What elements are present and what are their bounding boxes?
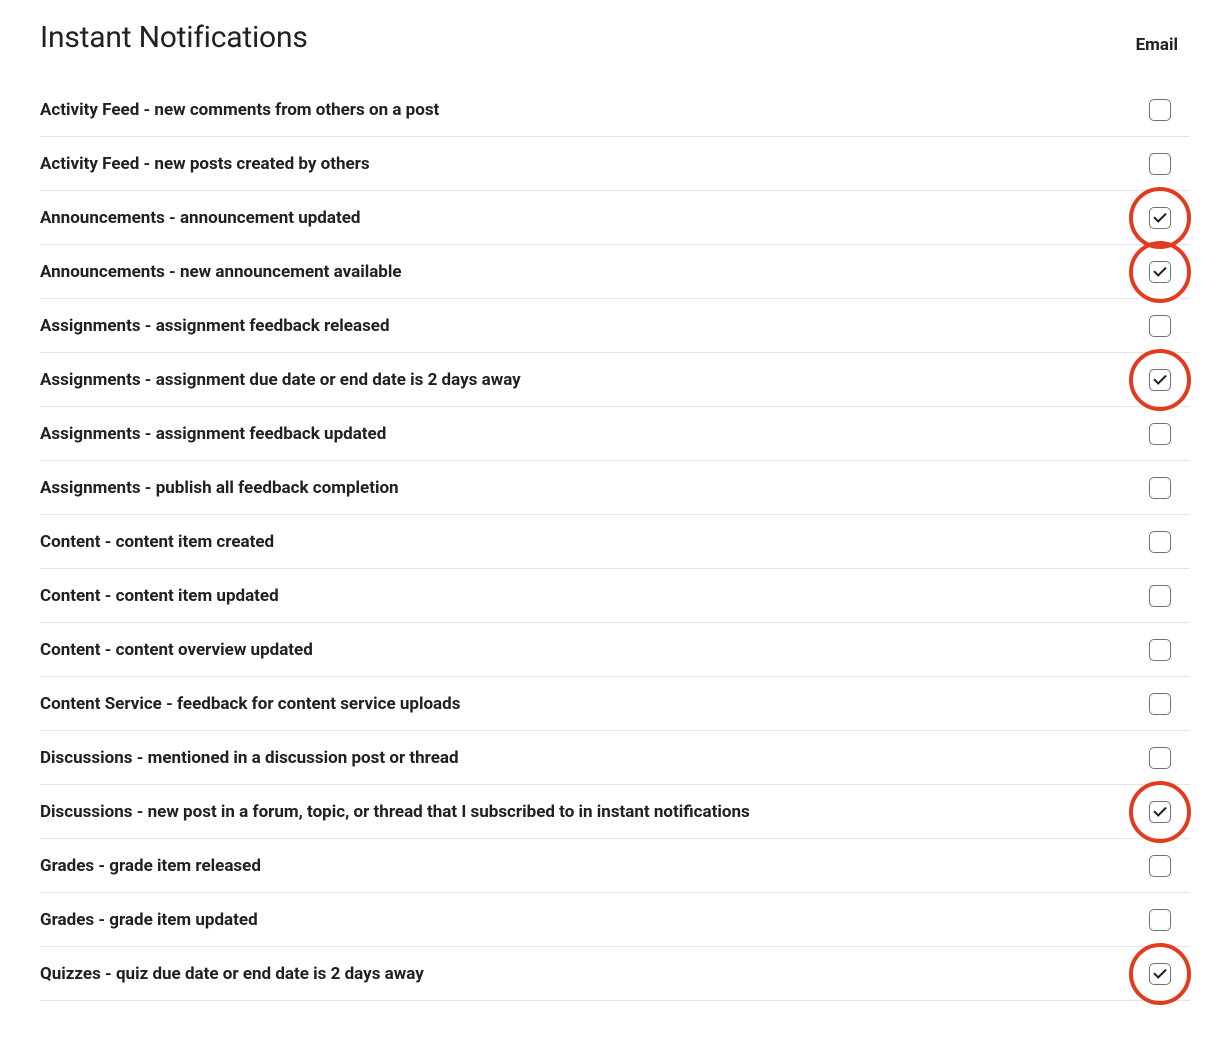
checkbox-cell [1130, 531, 1190, 553]
checkbox-cell [1130, 801, 1190, 823]
notification-row: Activity Feed - new posts created by oth… [40, 137, 1190, 191]
notification-row: Content - content item created [40, 515, 1190, 569]
checkbox-cell [1130, 477, 1190, 499]
email-checkbox[interactable] [1149, 963, 1171, 985]
checkbox-cell [1130, 855, 1190, 877]
checkbox-cell [1130, 369, 1190, 391]
email-checkbox[interactable] [1149, 369, 1171, 391]
notification-row: Content Service - feedback for content s… [40, 677, 1190, 731]
notification-row: Announcements - announcement updated [40, 191, 1190, 245]
notification-label: Grades - grade item updated [40, 910, 1130, 930]
email-checkbox[interactable] [1149, 801, 1171, 823]
notification-row: Assignments - assignment feedback releas… [40, 299, 1190, 353]
notification-label: Announcements - new announcement availab… [40, 262, 1130, 282]
email-checkbox[interactable] [1149, 747, 1171, 769]
section-title: Instant Notifications [40, 20, 308, 55]
notification-row: Assignments - assignment feedback update… [40, 407, 1190, 461]
email-checkbox[interactable] [1149, 99, 1171, 121]
notification-row: Discussions - mentioned in a discussion … [40, 731, 1190, 785]
email-checkbox[interactable] [1149, 693, 1171, 715]
notification-label: Content - content overview updated [40, 640, 1130, 660]
notification-label: Discussions - new post in a forum, topic… [40, 802, 1130, 822]
notification-row: Activity Feed - new comments from others… [40, 83, 1190, 137]
notification-label: Announcements - announcement updated [40, 208, 1130, 228]
checkbox-cell [1130, 99, 1190, 121]
notifications-list: Activity Feed - new comments from others… [40, 83, 1190, 1001]
notification-label: Assignments - assignment feedback update… [40, 424, 1130, 444]
notification-row: Announcements - new announcement availab… [40, 245, 1190, 299]
checkbox-cell [1130, 207, 1190, 229]
notification-label: Assignments - assignment feedback releas… [40, 316, 1130, 336]
checkbox-cell [1130, 315, 1190, 337]
checkbox-cell [1130, 963, 1190, 985]
email-checkbox[interactable] [1149, 423, 1171, 445]
checkbox-cell [1130, 747, 1190, 769]
notification-label: Activity Feed - new comments from others… [40, 100, 1130, 120]
notification-row: Discussions - new post in a forum, topic… [40, 785, 1190, 839]
checkbox-cell [1130, 261, 1190, 283]
email-checkbox[interactable] [1149, 531, 1171, 553]
notification-row: Assignments - publish all feedback compl… [40, 461, 1190, 515]
email-checkbox[interactable] [1149, 585, 1171, 607]
notification-label: Content Service - feedback for content s… [40, 694, 1130, 714]
notification-label: Content - content item created [40, 532, 1130, 552]
notification-label: Assignments - publish all feedback compl… [40, 478, 1130, 498]
notifications-header: Instant Notifications Email [40, 20, 1190, 55]
notification-label: Activity Feed - new posts created by oth… [40, 154, 1130, 174]
notification-row: Grades - grade item released [40, 839, 1190, 893]
notification-label: Content - content item updated [40, 586, 1130, 606]
notification-label: Discussions - mentioned in a discussion … [40, 748, 1130, 768]
email-checkbox[interactable] [1149, 477, 1171, 499]
email-checkbox[interactable] [1149, 153, 1171, 175]
email-checkbox[interactable] [1149, 315, 1171, 337]
email-checkbox[interactable] [1149, 855, 1171, 877]
checkbox-cell [1130, 909, 1190, 931]
email-checkbox[interactable] [1149, 639, 1171, 661]
notification-row: Content - content overview updated [40, 623, 1190, 677]
checkbox-cell [1130, 423, 1190, 445]
notification-label: Assignments - assignment due date or end… [40, 370, 1130, 390]
checkbox-cell [1130, 585, 1190, 607]
checkbox-cell [1130, 153, 1190, 175]
email-column-header: Email [1136, 35, 1190, 55]
notification-row: Grades - grade item updated [40, 893, 1190, 947]
email-checkbox[interactable] [1149, 909, 1171, 931]
notification-label: Grades - grade item released [40, 856, 1130, 876]
email-checkbox[interactable] [1149, 261, 1171, 283]
notification-row: Quizzes - quiz due date or end date is 2… [40, 947, 1190, 1001]
checkbox-cell [1130, 693, 1190, 715]
notification-row: Assignments - assignment due date or end… [40, 353, 1190, 407]
notification-row: Content - content item updated [40, 569, 1190, 623]
checkbox-cell [1130, 639, 1190, 661]
email-checkbox[interactable] [1149, 207, 1171, 229]
notification-label: Quizzes - quiz due date or end date is 2… [40, 964, 1130, 984]
